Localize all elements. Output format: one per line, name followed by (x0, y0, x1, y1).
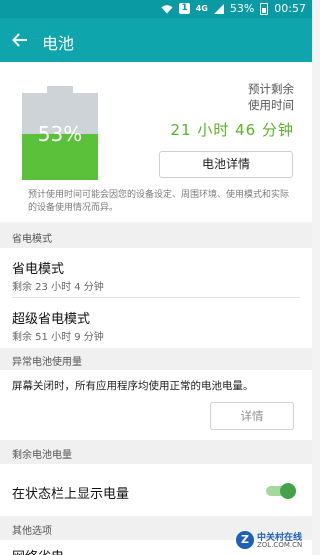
clock: 00:57 (274, 2, 306, 15)
battery-status-icon (260, 2, 269, 15)
section-header-remaining-power: 剩余电池电量 (0, 440, 312, 464)
show-battery-percent-toggle[interactable] (266, 483, 296, 499)
item-subtitle: 剩余 23 小时 4 分钟 (12, 282, 104, 293)
page-title: 电池 (42, 34, 75, 53)
power-saving-list: 省电模式 剩余 23 小时 4 分钟 超级省电模式 剩余 51 小时 9 分钟 (0, 248, 312, 348)
abnormal-usage-text: 屏幕关闭时，所有应用程序均使用正常的电池电量。 (12, 380, 254, 392)
battery-details-button[interactable]: 电池详情 (159, 151, 293, 178)
watermark-url: ZOL.COM.CN (257, 541, 303, 549)
signal-icon (213, 3, 224, 14)
watermark-logo-icon: Z (236, 531, 254, 549)
section-title: 省电模式 (12, 234, 52, 245)
network-type: 4G (195, 4, 208, 13)
usage-notice: 预计使用时间可能会因您的设备设定、周围环境、使用模式和实际的设备使用情况而异。 (28, 190, 290, 213)
app-bar: 电池 (0, 18, 312, 62)
section-title: 其他选项 (12, 526, 52, 537)
remaining-label-line-2: 使用时间 (248, 98, 294, 112)
toggle-knob (280, 483, 296, 499)
ultra-power-saving-item[interactable]: 超级省电模式 剩余 51 小时 9 分钟 (0, 298, 312, 346)
battery-body: 53% (22, 93, 98, 180)
section-title: 剩余电池电量 (12, 450, 72, 461)
battery-summary-card: 53% 预计剩余 使用时间 21 小时 46 分钟 电池详情 预计使用时间可能会… (0, 62, 312, 222)
item-title: 省电模式 (12, 262, 65, 277)
battery-percent-label: 53% (37, 122, 83, 146)
watermark: Z 中关村在线 ZOL.COM.CN (236, 529, 308, 553)
section-header-power-saving: 省电模式 (0, 224, 312, 248)
details-button[interactable]: 详情 (210, 402, 294, 430)
battery-cap (47, 86, 73, 93)
back-button[interactable] (6, 26, 34, 54)
power-saving-item[interactable]: 省电模式 剩余 23 小时 4 分钟 (0, 248, 312, 297)
item-subtitle: 剩余 51 小时 9 分钟 (12, 332, 104, 343)
show-battery-percent-row[interactable]: 在状态栏上显示电量 (0, 464, 312, 516)
arrow-left-icon (12, 33, 27, 47)
item-title: 在状态栏上显示电量 (12, 487, 130, 502)
wifi-icon (161, 4, 173, 14)
battery-graphic: 53% (22, 86, 98, 180)
item-title: 超级省电模式 (12, 312, 91, 327)
section-header-abnormal-usage: 异常电池使用量 (0, 348, 312, 370)
status-bar: 1 4G 53% 00:57 (0, 0, 312, 18)
abnormal-usage-panel: 屏幕关闭时，所有应用程序均使用正常的电池电量。 详情 (0, 370, 312, 440)
sim-indicator: 1 (179, 3, 190, 14)
section-title: 异常电池使用量 (12, 357, 82, 368)
item-title: 网络省电 (12, 546, 64, 555)
remaining-time-value: 21 小时 46 分钟 (170, 121, 294, 139)
remaining-time-label: 预计剩余 使用时间 (174, 81, 294, 113)
battery-percent-status: 53% (229, 2, 255, 15)
remaining-label-line-1: 预计剩余 (248, 82, 294, 96)
